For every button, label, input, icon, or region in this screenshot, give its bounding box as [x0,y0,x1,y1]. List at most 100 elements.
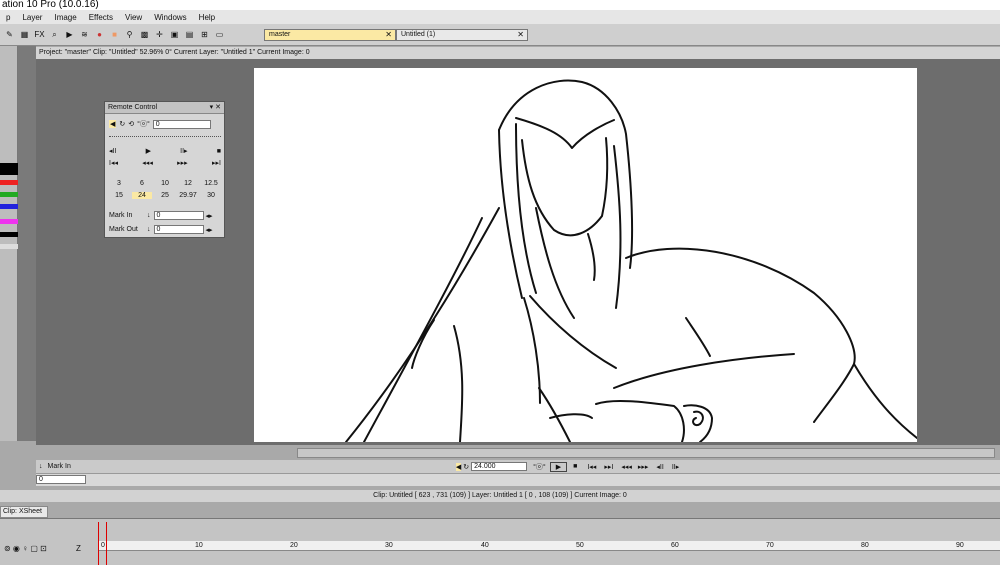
remote-control-title: Remote Control [108,104,158,111]
ruler-tick: 0 [101,542,105,549]
playhead-line[interactable] [106,522,107,565]
quad-icon[interactable]: ⊞ [198,28,211,41]
red-swatch[interactable] [0,180,18,185]
timeline-bar[interactable]: 0 [36,473,1000,486]
monitor-icon[interactable]: ▭ [213,28,226,41]
onion-skin-icon[interactable]: °ⓞ° [533,462,546,472]
arrow-down-icon[interactable]: ↓ [147,226,151,233]
fps-option[interactable]: 12 [178,180,198,187]
step-back-icon[interactable]: ◂II [109,147,116,155]
mark-in-input[interactable]: 0 [153,211,204,220]
frame-bar: ↓ Mark In ◀ ↻ 24.000 °ⓞ° ▶ ■ I◂◂ ▸▸I ◂◂◂… [36,460,1000,473]
search-icon[interactable]: ⌕ [48,28,61,41]
xsheet-ruler[interactable]: 0 10 20 30 40 50 60 70 80 90 [98,541,1000,551]
stop-icon[interactable]: ■ [573,463,577,470]
fps-option[interactable]: 25 [155,192,175,199]
layers-icon[interactable]: ≋ [78,28,91,41]
table-icon[interactable]: ▤ [183,28,196,41]
rewind-icon[interactable]: ◂◂◂ [621,463,632,471]
black-swatch-2[interactable] [0,232,18,237]
last-frame-icon[interactable]: ▸▸I [604,463,613,471]
ruler-tick: 50 [576,542,584,549]
brush-icon[interactable]: ✎ [3,28,16,41]
tab-untitled[interactable]: Untitled (1) ✕ [396,29,528,41]
step-forward-icon[interactable]: II▸ [180,147,187,155]
last-frame-icon[interactable]: ▸▸I [212,159,221,167]
step-back-icon[interactable]: ◂II [656,463,663,471]
fps-row-2: 15 24 25 29.97 30 [109,192,221,199]
ruler-tick: 20 [290,542,298,549]
pattern-icon[interactable]: ▦ [18,28,31,41]
stepper-icon[interactable]: ◂▸ [206,226,213,234]
magenta-swatch[interactable] [0,219,18,224]
panel-controls[interactable]: ▾ ✕ [210,102,221,114]
menu-item-layer[interactable]: Layer [16,13,48,22]
fps-option[interactable]: 15 [109,192,129,199]
fps-option[interactable]: 12.5 [201,180,221,187]
onion-skin-icon[interactable]: °ⓞ° [137,119,150,129]
xsheet-layer-icons[interactable]: ⊚ ◉ ♀ ▢ ⊡ [4,544,47,553]
menu-item-effects[interactable]: Effects [83,13,119,22]
ruler-tick: 30 [385,542,393,549]
blue-swatch[interactable] [0,204,18,209]
play-icon[interactable]: ▶ [146,147,151,155]
speed-select[interactable]: 24.000 [471,462,528,471]
step-forward-icon[interactable]: II▸ [672,463,679,471]
play-button[interactable]: ▶ [549,461,568,472]
green-swatch[interactable] [0,192,18,197]
drawing-canvas[interactable] [254,68,917,442]
grid-icon[interactable]: ▩ [138,28,151,41]
arrow-down-icon[interactable]: ↓ [39,463,43,470]
xsheet-tab[interactable]: Clip: XSheet [0,506,48,518]
clip-info: Clip: Untitled [ 623 , 731 (109) ] Layer… [0,490,1000,502]
side-gutter [18,46,36,441]
play-icon[interactable]: ▶ [63,28,76,41]
sync-icon[interactable]: ⟲ [128,120,134,128]
menu-item-view[interactable]: View [119,13,148,22]
speaker-icon[interactable]: ◀ [109,120,117,128]
mark-out-label: Mark Out [109,226,138,233]
crosshair-icon[interactable]: ✛ [153,28,166,41]
stepper-icon[interactable]: ◂▸ [206,212,213,220]
fast-forward-icon[interactable]: ▸▸▸ [638,463,649,471]
fast-forward-icon[interactable]: ▸▸▸ [177,159,188,167]
remote-slider[interactable] [109,133,221,137]
first-frame-icon[interactable]: I◂◂ [109,159,118,167]
remote-value-input[interactable]: 0 [152,119,211,129]
fx-button[interactable]: FX [33,28,46,41]
stop-icon[interactable]: ■ [217,148,221,155]
orange-square-icon[interactable]: ■ [108,28,121,41]
ruler-tick: 40 [481,542,489,549]
black-swatch[interactable] [0,163,18,175]
tool-sidebar [0,46,18,441]
loop-icon[interactable]: ↻ [119,120,125,128]
fps-option[interactable]: 29.97 [178,192,198,199]
mark-out-input[interactable]: 0 [153,225,204,234]
menu-item-windows[interactable]: Windows [148,13,192,22]
remote-transport-row-2: I◂◂ ◂◂◂ ▸▸▸ ▸▸I [109,159,221,167]
pin-icon[interactable]: ⚲ [123,28,136,41]
arrow-down-icon[interactable]: ↓ [147,212,151,219]
loop-icon[interactable]: ↻ [463,463,469,471]
fps-option[interactable]: 6 [132,180,152,187]
color-wheel-icon[interactable]: ● [93,28,106,41]
close-icon[interactable]: ✕ [517,30,524,40]
menu-item-image[interactable]: Image [48,13,82,22]
first-frame-icon[interactable]: I◂◂ [587,463,596,471]
tab-master[interactable]: master ✕ [264,29,396,41]
menu-item-p[interactable]: p [0,13,16,22]
playhead-line[interactable] [98,522,99,565]
fps-option-selected[interactable]: 24 [132,192,152,199]
frame-icon[interactable]: ▣ [168,28,181,41]
white-swatch[interactable] [0,244,18,249]
fps-option[interactable]: 10 [155,180,175,187]
current-frame-input[interactable]: 0 [36,475,86,484]
speaker-icon[interactable]: ◀ [455,462,462,471]
horizontal-scrollbar[interactable] [297,448,995,458]
rewind-icon[interactable]: ◂◂◂ [142,159,153,167]
z-label: Z [76,544,81,553]
fps-option[interactable]: 30 [201,192,221,199]
menu-item-help[interactable]: Help [193,13,221,22]
fps-option[interactable]: 3 [109,180,129,187]
close-icon[interactable]: ✕ [385,30,392,40]
